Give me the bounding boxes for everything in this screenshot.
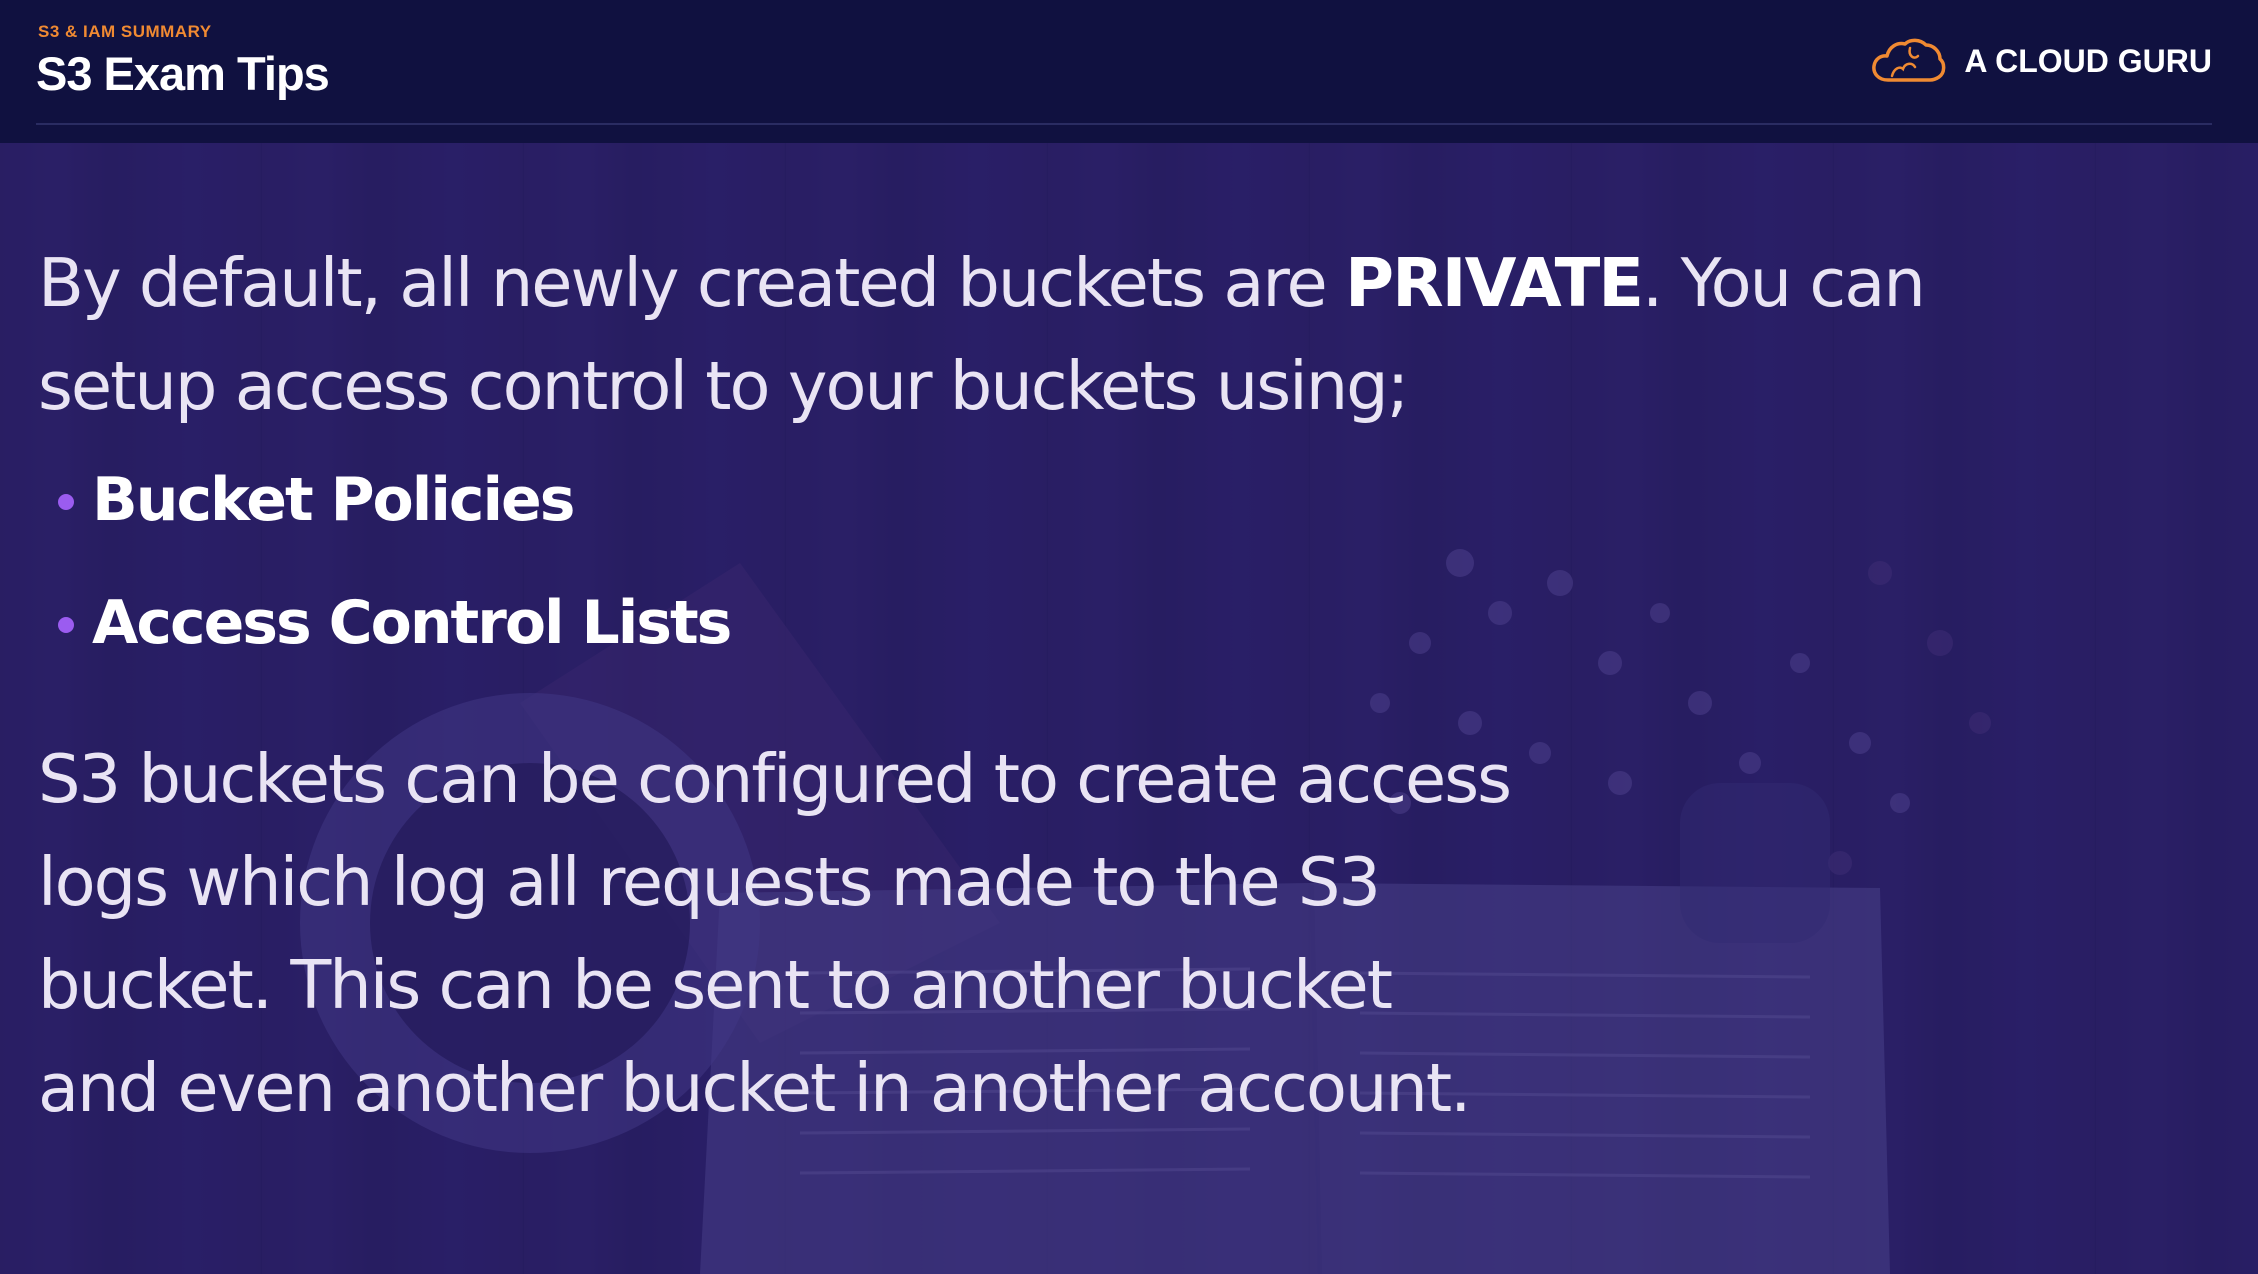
intro-emphasis: PRIVATE (1344, 244, 1644, 322)
bullet-dot-icon (58, 494, 74, 510)
section-kicker: S3 & IAM SUMMARY (38, 22, 212, 41)
brand-logo: A CLOUD GURU (1870, 36, 2212, 86)
bullet-label: Access Control Lists (92, 588, 732, 658)
bullet-item: Access Control Lists (38, 573, 2038, 696)
slide-content: By default, all newly created buckets ar… (38, 232, 2038, 1140)
header-divider (36, 123, 2212, 125)
bullet-dot-icon (58, 617, 74, 633)
brand-name: A CLOUD GURU (1964, 42, 2212, 79)
intro-text-before: By default, all newly created buckets ar… (38, 244, 1345, 322)
access-logs-paragraph: S3 buckets can be configured to create a… (38, 740, 1512, 1127)
slide-title: S3 Exam Tips (36, 47, 330, 100)
bullet-label: Bucket Policies (92, 465, 575, 535)
bullet-item: Bucket Policies (38, 450, 2038, 573)
access-control-list: Bucket Policies Access Control Lists (38, 450, 2038, 696)
cloud-logo-icon (1872, 38, 1946, 82)
intro-paragraph: By default, all newly created buckets ar… (38, 232, 1998, 438)
slide-header: S3 & IAM SUMMARY S3 Exam Tips A CLOUD GU… (0, 0, 2258, 143)
